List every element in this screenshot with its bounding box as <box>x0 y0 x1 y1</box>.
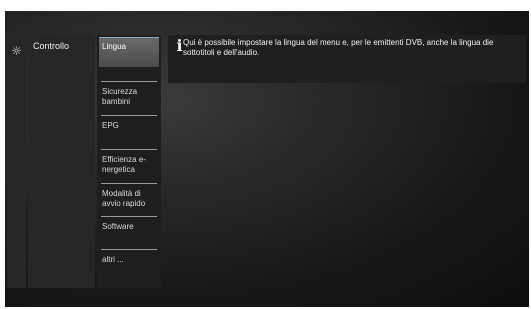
submenu-item-altri[interactable]: altri ... <box>99 251 159 281</box>
info-text: Qui è possibile impostare la lingua del … <box>183 38 494 57</box>
divider <box>101 149 157 150</box>
info-panel: i Qui è possibile impostare la lingua de… <box>168 35 526 83</box>
submenu-item-sicurezza-bambini[interactable]: Sicurezza bambini <box>99 83 159 113</box>
submenu-item-lingua[interactable]: Lingua <box>99 37 159 67</box>
submenu-item-software[interactable]: Software <box>99 218 159 248</box>
divider <box>101 115 157 116</box>
menu-icon-column: ☼ <box>7 35 26 288</box>
divider <box>101 216 157 217</box>
tv-menu-screen: ☼ Controllo Lingua Sicurezza bambini EPG… <box>5 11 529 307</box>
main-menu-item-controllo[interactable]: Controllo <box>33 41 69 51</box>
submenu-item-efficienza-energetica[interactable]: Efficienza e-nergetica <box>99 151 159 181</box>
main-menu-column: Controllo <box>28 35 95 288</box>
divider <box>101 81 157 82</box>
submenu-column: Lingua Sicurezza bambini EPG Efficienza … <box>97 35 161 288</box>
divider <box>101 183 157 184</box>
submenu-item-modalita-avvio-rapido[interactable]: Modalità di avvio rapido <box>99 185 159 215</box>
submenu-item-epg[interactable]: EPG <box>99 117 159 147</box>
divider <box>101 249 157 250</box>
gear-icon: ☼ <box>11 44 22 58</box>
